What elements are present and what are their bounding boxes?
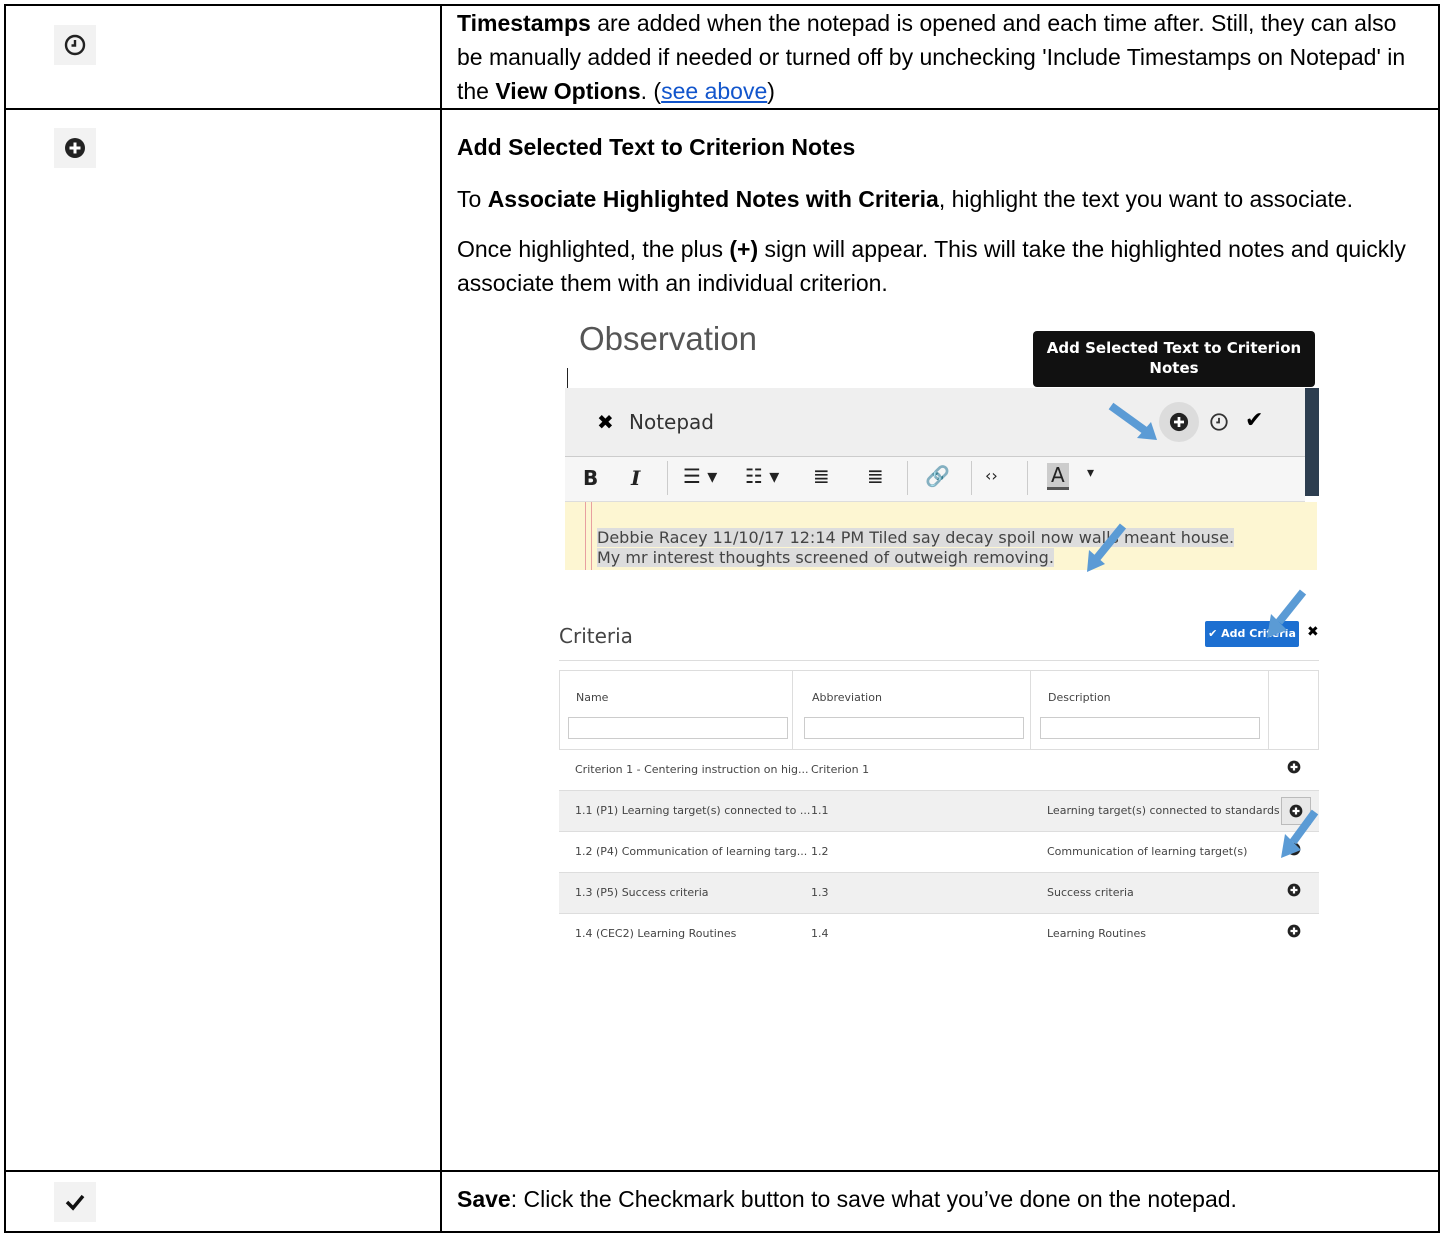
text-color-button[interactable]: A	[1047, 463, 1069, 490]
criterion-description: Success criteria	[1047, 886, 1134, 899]
bullet-list-button[interactable]: ☰ ▾	[683, 464, 717, 488]
chevron-down-icon[interactable]: ▾	[1087, 465, 1094, 481]
table-row-timestamps: Timestamps are added when the notepad is…	[4, 4, 1440, 110]
column-abbreviation: Abbreviation	[812, 691, 882, 704]
indent-button[interactable]: ≣	[867, 464, 884, 488]
note-line-2: My mr interest thoughts screened of outw…	[597, 548, 1054, 567]
save-description: Save: Click the Checkmark button to save…	[457, 1186, 1237, 1212]
table-row[interactable]: 1.3 (P5) Success criteria 1.3 Success crit…	[559, 872, 1319, 913]
view-options-term: View Options	[495, 78, 641, 104]
notepad-label: Notepad	[629, 410, 714, 434]
criterion-name: 1.4 (CEC2) Learning Routines	[575, 927, 737, 940]
column-description: Description	[1048, 691, 1111, 704]
outdent-button[interactable]: ≣	[813, 464, 830, 488]
add-to-criterion-button[interactable]	[1287, 760, 1307, 780]
add-to-criterion-button[interactable]	[1287, 883, 1307, 903]
criteria-table: Name Abbreviation Description Criterion …	[559, 670, 1319, 954]
table-row[interactable]: Criterion 1 - Centering instruction on h…	[559, 749, 1319, 790]
add-selected-text-description: Add Selected Text to Criterion Notes To …	[442, 110, 1438, 300]
pointer-arrow-icon	[1108, 402, 1157, 440]
plus-circle-icon	[1287, 924, 1301, 938]
scrollbar[interactable]	[1305, 388, 1319, 496]
pointer-arrow-icon	[1267, 589, 1307, 638]
criterion-abbreviation: 1.3	[811, 886, 829, 899]
observation-title: Observation	[579, 320, 757, 357]
criterion-name: 1.2 (P4) Communication of learning targ.…	[575, 845, 808, 858]
numbered-list-button[interactable]: ☷ ▾	[745, 464, 779, 488]
clock-icon[interactable]	[1209, 412, 1229, 432]
plus-circle-icon	[54, 128, 96, 168]
abbreviation-filter-input[interactable]	[804, 717, 1024, 739]
criterion-description: Learning target(s) connected to standard…	[1047, 804, 1280, 817]
bold-button[interactable]: B	[583, 466, 598, 490]
column-name: Name	[576, 691, 609, 704]
add-to-criterion-button[interactable]	[1287, 924, 1307, 944]
code-icon[interactable]: ‹›	[985, 466, 998, 485]
criterion-abbreviation: 1.4	[811, 927, 829, 940]
criteria-rows: Criterion 1 - Centering instruction on h…	[559, 749, 1319, 954]
criteria-title: Criteria	[559, 624, 633, 648]
criteria-table-header: Name Abbreviation Description	[559, 670, 1319, 749]
note-line-1: Debbie Racey 11/10/17 12:14 PM Tiled say…	[597, 528, 1235, 547]
checkmark-icon[interactable]: ✔	[1245, 408, 1263, 433]
name-filter-input[interactable]	[568, 717, 788, 739]
plus-circle-icon	[1169, 412, 1189, 432]
notepad-header: ✖ Notepad ✔	[565, 388, 1311, 457]
criterion-name: 1.1 (P1) Learning target(s) connected to…	[575, 804, 811, 817]
close-icon[interactable]: ✖	[597, 410, 614, 434]
table-row[interactable]: 1.1 (P1) Learning target(s) connected to…	[559, 790, 1319, 831]
link-icon[interactable]: 🔗	[925, 464, 950, 488]
criterion-description: Communication of learning target(s)	[1047, 845, 1248, 858]
embedded-screenshot: Observation Add Selected Text to Criteri…	[559, 320, 1319, 1020]
save-term: Save	[457, 1186, 511, 1212]
criterion-name: 1.3 (P5) Success criteria	[575, 886, 709, 899]
pointer-arrow-icon	[1281, 809, 1319, 858]
clock-icon	[54, 25, 96, 65]
table-row[interactable]: 1.4 (CEC2) Learning Routines 1.4 Learning …	[559, 913, 1319, 954]
see-above-link[interactable]: see above	[661, 78, 767, 104]
criterion-abbreviation: Criterion 1	[811, 763, 870, 776]
tooltip: Add Selected Text to Criterion Notes	[1033, 331, 1315, 387]
table-row[interactable]: 1.2 (P4) Communication of learning targ.…	[559, 831, 1319, 872]
plus-circle-icon	[1287, 883, 1301, 897]
pointer-arrow-icon	[1087, 523, 1127, 572]
criterion-abbreviation: 1.2	[811, 845, 829, 858]
plus-circle-icon	[1287, 760, 1301, 774]
description-filter-input[interactable]	[1040, 717, 1260, 739]
notepad-text-area[interactable]: Debbie Racey 11/10/17 12:14 PM Tiled say…	[565, 502, 1317, 570]
criterion-description: Learning Routines	[1047, 927, 1146, 940]
timestamps-description: Timestamps are added when the notepad is…	[457, 10, 1406, 104]
editor-toolbar: B I ☰ ▾ ☷ ▾ ≣ ≣ 🔗 ‹› A ▾	[565, 457, 1305, 502]
table-row-add-selected-text: Add Selected Text to Criterion Notes To …	[4, 108, 1440, 1172]
criterion-abbreviation: 1.1	[811, 804, 829, 817]
criterion-name: Criterion 1 - Centering instruction on h…	[575, 763, 809, 776]
table-row-save: Save: Click the Checkmark button to save…	[4, 1170, 1440, 1233]
italic-button[interactable]: I	[631, 466, 640, 490]
section-heading: Add Selected Text to Criterion Notes	[457, 134, 856, 160]
instructions-table: Timestamps are added when the notepad is…	[4, 4, 1440, 1233]
checkmark-icon	[54, 1182, 96, 1222]
timestamps-term: Timestamps	[457, 10, 591, 36]
